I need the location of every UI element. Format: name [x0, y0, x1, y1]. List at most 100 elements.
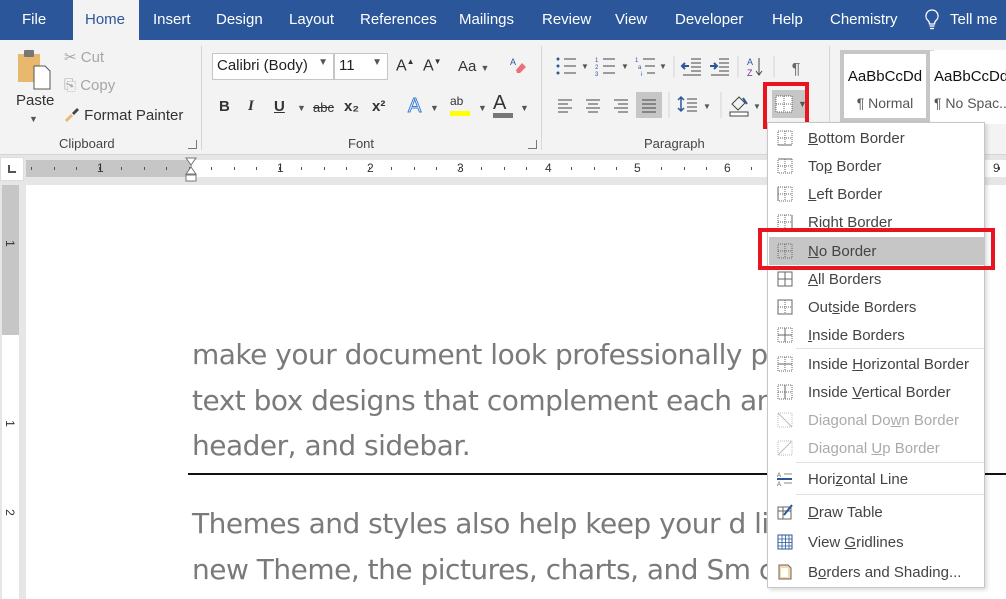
shrink-font-button[interactable]: A▼ — [423, 57, 442, 75]
tab-chemistry[interactable]: Chemistry — [818, 0, 910, 40]
font-color-button[interactable]: A — [493, 92, 513, 118]
grow-font-button[interactable]: A▲ — [396, 57, 415, 75]
bold-button[interactable]: B — [219, 98, 230, 115]
text-effects-button[interactable]: A — [407, 95, 421, 118]
ruler-tick — [323, 167, 325, 170]
chevron-down-icon[interactable]: ▼ — [297, 103, 306, 113]
align-right-icon — [614, 99, 628, 113]
menu-item-diagonal-down-border[interactable]: Diagonal Down Border — [769, 406, 984, 434]
borders-shading-icon — [777, 564, 793, 580]
tab-review[interactable]: Review — [530, 0, 603, 40]
style-no-spacing[interactable]: AaBbCcDd ¶ No Spac... — [934, 50, 1006, 122]
paste-button[interactable]: Paste ▼ — [14, 46, 54, 130]
tab-developer[interactable]: Developer — [663, 0, 755, 40]
sort-icon: AZ — [747, 57, 763, 78]
tab-selector[interactable] — [0, 157, 24, 181]
tab-references[interactable]: References — [348, 0, 449, 40]
ruler-number: 5 — [634, 161, 641, 175]
tab-layout[interactable]: Layout — [277, 0, 346, 40]
chevron-down-icon[interactable]: ▼ — [478, 103, 487, 113]
menu-item-label: View Gridlines — [808, 534, 904, 551]
ruler-tick — [76, 167, 77, 170]
menu-item-bottom-border[interactable]: Bottom Border — [769, 124, 984, 152]
menu-item-horizontal-line[interactable]: A A Horizontal Line — [769, 465, 984, 493]
menu-item-label: Horizontal Line — [808, 471, 909, 488]
vertical-ruler[interactable]: 1 1 2 — [2, 185, 19, 599]
cut-button[interactable]: ✂ Cut — [64, 48, 104, 66]
menu-item-label: Draw Table — [808, 504, 883, 521]
paste-label: Paste — [16, 92, 55, 109]
chevron-down-icon: ▼ — [29, 114, 38, 124]
strikethrough-button[interactable]: abc — [313, 100, 334, 115]
numbering-icon: 123 — [595, 58, 615, 78]
ruler-tick — [661, 167, 662, 170]
menu-item-inside-vertical-border[interactable]: Inside Vertical Border — [769, 378, 984, 406]
style-normal[interactable]: AaBbCcDd ¶ Normal — [840, 50, 930, 122]
chevron-down-icon[interactable]: ▼ — [520, 103, 529, 113]
menu-item-draw-table[interactable]: Draw Table — [769, 498, 984, 526]
tab-mailings[interactable]: Mailings — [447, 0, 526, 40]
italic-button[interactable]: I — [248, 98, 254, 115]
underline-button[interactable]: U — [274, 98, 285, 115]
group-divider — [201, 46, 202, 150]
menu-item-top-border[interactable]: Top Border — [769, 152, 984, 180]
menu-item-inside-horizontal-border[interactable]: Inside Horizontal Border — [769, 350, 984, 378]
ruler-tick — [998, 167, 1000, 170]
superscript-button[interactable]: x² — [372, 98, 385, 115]
ruler-tick — [391, 167, 392, 170]
ruler-tick — [571, 167, 572, 170]
chevron-down-icon: ▼ — [318, 57, 328, 68]
copy-button[interactable]: ⎘ Copy — [64, 77, 115, 94]
ruler-tick — [31, 167, 32, 170]
format-painter-button[interactable]: Format Painter — [64, 106, 183, 124]
lightbulb-icon[interactable] — [920, 0, 944, 40]
tab-design[interactable]: Design — [204, 0, 275, 40]
font-size-select[interactable]: 11 ▼ — [334, 53, 388, 80]
tab-home[interactable]: Home — [73, 0, 139, 40]
font-launcher-icon[interactable] — [528, 140, 537, 149]
clipboard-launcher-icon[interactable] — [188, 140, 197, 149]
ruler-number: 2 — [2, 509, 17, 516]
menu-item-inside-borders[interactable]: Inside Borders — [769, 321, 984, 349]
paste-icon — [18, 50, 51, 90]
tab-insert[interactable]: Insert — [141, 0, 203, 40]
indent-marker-icon[interactable] — [185, 157, 199, 183]
diagonal-down-border-icon — [777, 412, 793, 428]
change-case-button[interactable]: Aa ▼ — [458, 58, 489, 75]
ruler-tick — [346, 167, 347, 170]
subscript-button[interactable]: x₂ — [344, 98, 359, 115]
menu-item-diagonal-up-border[interactable]: Diagonal Up Border — [769, 434, 984, 462]
clear-formatting-button[interactable]: A — [508, 56, 528, 80]
borders-dropdown-menu: Bottom Border Top Border Left Border Right … — [767, 122, 985, 588]
group-divider — [541, 46, 542, 150]
shading-icon — [729, 96, 749, 117]
svg-text:A: A — [747, 57, 753, 67]
multilevel-list-icon: 1ai — [635, 58, 655, 78]
font-name-select[interactable]: Calibri (Body) ▼ — [212, 53, 334, 80]
align-center-icon — [586, 99, 600, 113]
ribbon-tab-bar: File Home Insert Design Layout Reference… — [0, 0, 1006, 40]
style-name: ¶ Normal — [856, 95, 914, 111]
bullets-icon — [556, 57, 576, 75]
ruler-tick — [256, 167, 257, 170]
tab-view[interactable]: View — [603, 0, 659, 40]
chevron-down-icon[interactable]: ▼ — [430, 103, 439, 113]
menu-item-left-border[interactable]: Left Border — [769, 180, 984, 208]
svg-text:Z: Z — [747, 68, 753, 78]
menu-item-view-gridlines[interactable]: View Gridlines — [769, 528, 984, 556]
tab-file[interactable]: File — [10, 0, 58, 40]
inside-borders-icon — [777, 327, 793, 343]
document-line: Themes and styles also help keep your d … — [192, 507, 786, 540]
menu-item-label: All Borders — [808, 271, 882, 288]
menu-item-outside-borders[interactable]: Outside Borders — [769, 293, 984, 321]
ruler-tick — [503, 167, 505, 170]
menu-item-label: Top Border — [808, 158, 882, 175]
format-painter-label: Format Painter — [84, 107, 184, 124]
tell-me-search[interactable]: Tell me — [946, 0, 1002, 40]
svg-text:▼: ▼ — [659, 62, 667, 71]
highlight-button[interactable]: ab — [450, 94, 470, 116]
menu-item-borders-shading[interactable]: Borders and Shading... — [769, 558, 984, 586]
menu-separator — [796, 462, 984, 463]
tab-help[interactable]: Help — [760, 0, 815, 40]
inside-vertical-border-icon — [777, 384, 793, 400]
